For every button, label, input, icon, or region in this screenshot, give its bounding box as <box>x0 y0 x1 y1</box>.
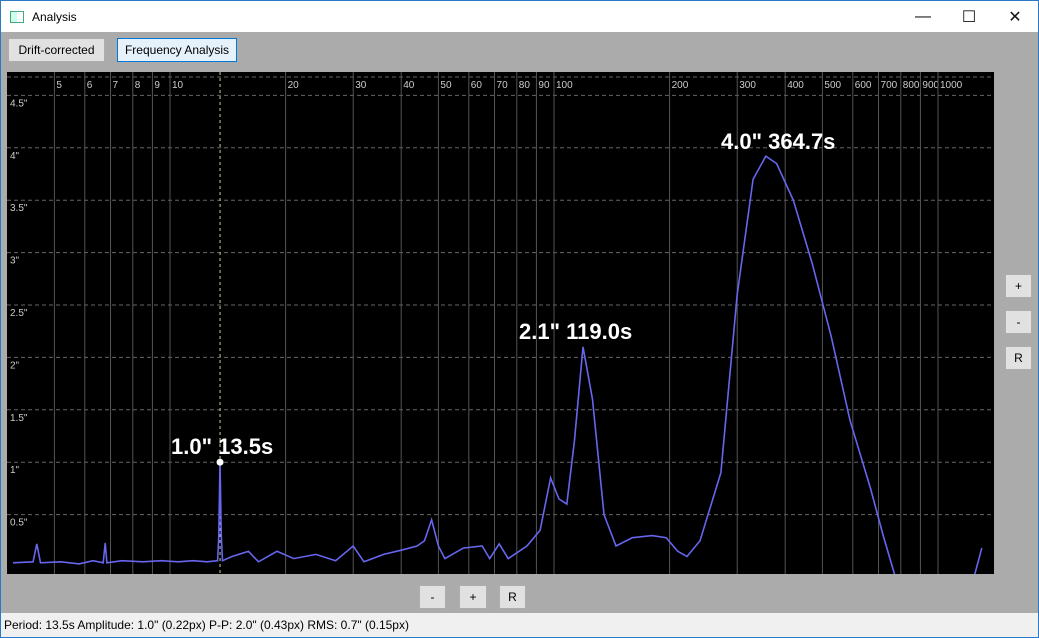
peak-label: 1.0" 13.5s <box>171 434 273 459</box>
y-tick-label: 2.5" <box>10 308 28 319</box>
x-tick-label: 100 <box>556 80 573 91</box>
peak-label: 2.1" 119.0s <box>519 319 632 344</box>
x-tick-label: 50 <box>440 80 452 91</box>
x-tick-label: 500 <box>824 80 841 91</box>
cursor-point <box>216 458 224 466</box>
x-tick-label: 8 <box>135 80 141 91</box>
minimize-button[interactable]: — <box>900 1 946 32</box>
y-tick-label: 4" <box>10 151 20 162</box>
x-tick-label: 300 <box>739 80 756 91</box>
x-tick-label: 10 <box>172 80 184 91</box>
chart-svg: 0.5" 1" 1.5" 2" 2.5" 3" 3.5" 4" 4.5" 5 6 7 8 9 10 20 30 4… <box>7 72 994 574</box>
x-tick-label: 700 <box>881 80 898 91</box>
x-tick-label: 7 <box>113 80 119 91</box>
x-tick-label: 600 <box>855 80 872 91</box>
status-text: Period: 13.5s Amplitude: 1.0" (0.22px) P… <box>4 618 409 632</box>
zoom-in-y-button[interactable]: + <box>1005 274 1032 298</box>
frequency-analysis-tab[interactable]: Frequency Analysis <box>117 38 237 62</box>
x-tick-label: 60 <box>471 80 483 91</box>
y-tick-label: 3.5" <box>10 203 28 214</box>
x-tick-label: 40 <box>403 80 415 91</box>
spectrum-line <box>12 155 983 574</box>
x-tick-label: 800 <box>903 80 920 91</box>
x-tick-label: 400 <box>787 80 804 91</box>
x-tick-label: 200 <box>672 80 689 91</box>
x-tick-label: 9 <box>154 80 160 91</box>
app-icon <box>10 10 24 23</box>
x-tick-label: 6 <box>87 80 93 91</box>
x-tick-label: 30 <box>355 80 367 91</box>
drift-corrected-tab[interactable]: Drift-corrected <box>8 38 105 62</box>
peak-label: 4.0" 364.7s <box>721 129 835 154</box>
x-tick-label: 70 <box>497 80 509 91</box>
status-bar: Period: 13.5s Amplitude: 1.0" (0.22px) P… <box>1 613 1038 637</box>
window-title: Analysis <box>32 9 77 24</box>
maximize-button[interactable]: ☐ <box>946 1 992 32</box>
y-tick-label: 0.5" <box>10 518 28 529</box>
x-tick-label: 90 <box>538 80 550 91</box>
reset-y-button[interactable]: R <box>1005 346 1032 370</box>
zoom-out-y-button[interactable]: - <box>1005 310 1032 334</box>
x-tick-label: 900 <box>922 80 939 91</box>
zoom-out-x-button[interactable]: - <box>419 585 446 609</box>
y-tick-label: 1" <box>10 465 20 476</box>
y-tick-label: 4.5" <box>10 98 28 109</box>
reset-x-button[interactable]: R <box>499 585 526 609</box>
title-bar: Analysis — ☐ ✕ <box>1 1 1038 32</box>
close-button[interactable]: ✕ <box>992 1 1038 32</box>
zoom-in-x-button[interactable]: + <box>459 585 487 609</box>
x-tick-label: 20 <box>288 80 300 91</box>
y-tick-label: 2" <box>10 360 20 371</box>
y-tick-label: 3" <box>10 256 20 267</box>
x-tick-label: 5 <box>56 80 62 91</box>
y-tick-label: 1.5" <box>10 413 28 424</box>
x-tick-label: 80 <box>519 80 531 91</box>
frequency-plot[interactable]: 0.5" 1" 1.5" 2" 2.5" 3" 3.5" 4" 4.5" 5 6 7 8 9 10 20 30 4… <box>7 72 994 574</box>
x-tick-label: 1000 <box>940 80 963 91</box>
